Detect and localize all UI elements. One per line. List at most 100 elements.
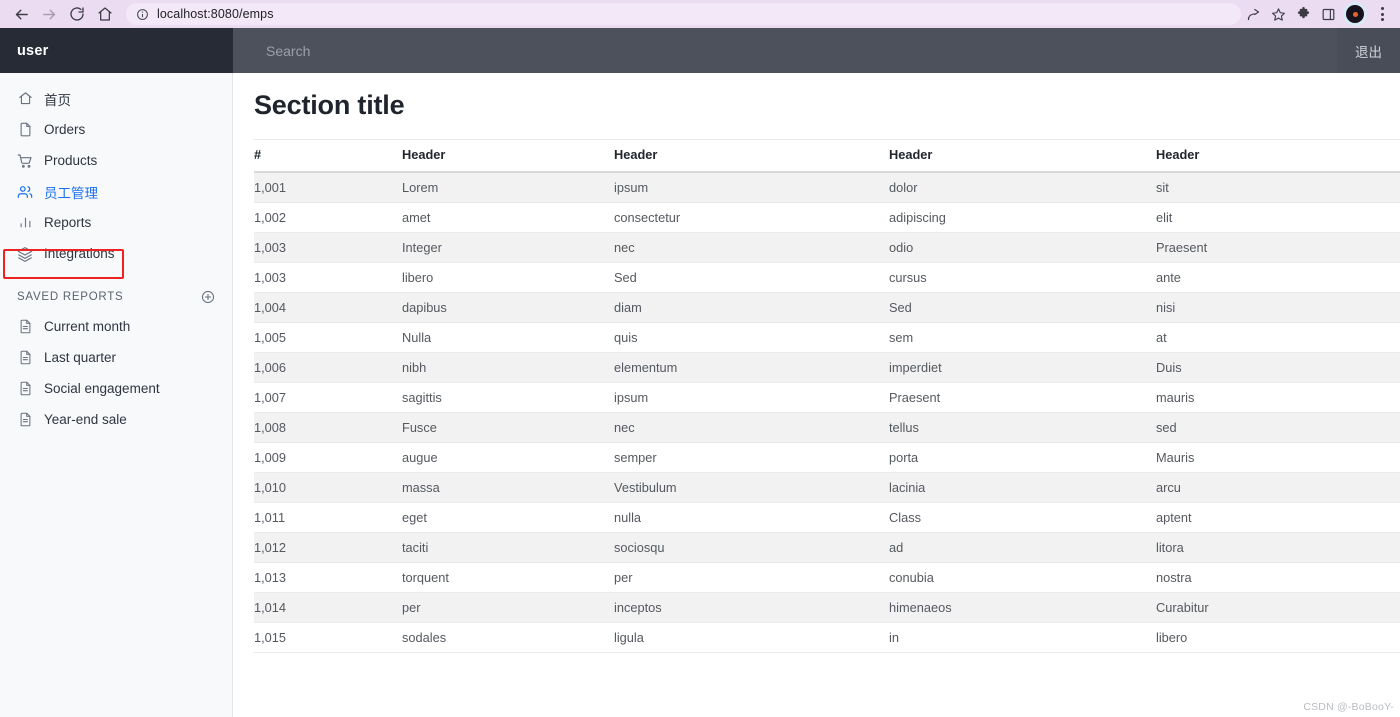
- bookmark-button[interactable]: [1266, 2, 1290, 26]
- saved-report-year-end-sale[interactable]: Year-end sale: [0, 404, 232, 435]
- table-cell: Nulla: [402, 322, 614, 353]
- profile-avatar[interactable]: [1346, 5, 1364, 23]
- home-button[interactable]: [92, 1, 118, 27]
- table-cell: porta: [889, 442, 1156, 473]
- table-cell: arcu: [1156, 472, 1400, 503]
- table-row[interactable]: 1,007 sagittis ipsum Praesent mauris: [254, 382, 1400, 413]
- table-cell-index: 1,004: [254, 292, 402, 323]
- table-cell: Mauris: [1156, 442, 1400, 473]
- kebab-menu-icon: [1380, 7, 1384, 21]
- bar-chart-icon: [17, 215, 33, 231]
- table-cell: nisi: [1156, 292, 1400, 323]
- table-header-row: # Header Header Header Header: [254, 139, 1400, 173]
- forward-button[interactable]: [36, 1, 62, 27]
- share-button[interactable]: [1241, 2, 1265, 26]
- data-table: # Header Header Header Header 1,001 Lorem…: [254, 139, 1400, 653]
- saved-report-current-month[interactable]: Current month: [0, 311, 232, 342]
- sidebar-item-reports[interactable]: Reports: [0, 207, 232, 238]
- table-row[interactable]: 1,004 dapibus diam Sed nisi: [254, 292, 1400, 323]
- table-row[interactable]: 1,015 sodales ligula in libero: [254, 622, 1400, 653]
- table-cell: lacinia: [889, 472, 1156, 503]
- back-button[interactable]: [8, 1, 34, 27]
- site-info-icon[interactable]: [136, 8, 149, 21]
- saved-report-social-engagement[interactable]: Social engagement: [0, 373, 232, 404]
- address-bar[interactable]: localhost:8080/emps: [126, 3, 1241, 25]
- table-row[interactable]: 1,014 per inceptos himenaeos Curabitur: [254, 592, 1400, 623]
- table-cell: dapibus: [402, 292, 614, 323]
- table-row[interactable]: 1,013 torquent per conubia nostra: [254, 562, 1400, 593]
- sidebar-item-integrations[interactable]: Integrations: [0, 238, 232, 269]
- add-saved-report-button[interactable]: [200, 290, 215, 305]
- layers-icon: [17, 246, 33, 262]
- main-content: Section title # Header Header Header Hea…: [234, 73, 1400, 717]
- table-cell: sodales: [402, 622, 614, 653]
- sidebar-item-home[interactable]: 首页: [0, 83, 232, 114]
- sidebar-item-label: 首页: [44, 92, 71, 108]
- sidebar-item-orders[interactable]: Orders: [0, 114, 232, 145]
- column-header-2: Header: [614, 139, 889, 173]
- table-row[interactable]: 1,001 Lorem ipsum dolor sit: [254, 172, 1400, 203]
- table-cell: inceptos: [614, 592, 889, 623]
- table-cell: Sed: [614, 262, 889, 293]
- saved-report-label: Social engagement: [44, 381, 160, 396]
- table-cell-index: 1,006: [254, 352, 402, 383]
- browser-menu-button[interactable]: [1370, 2, 1394, 26]
- side-panel-icon: [1322, 8, 1334, 20]
- table-row[interactable]: 1,003 libero Sed cursus ante: [254, 262, 1400, 293]
- table-cell: ante: [1156, 262, 1400, 293]
- table-row[interactable]: 1,006 nibh elementum imperdiet Duis: [254, 352, 1400, 383]
- table-cell: sed: [1156, 412, 1400, 443]
- table-cell: libero: [1156, 622, 1400, 653]
- table-cell: Duis: [1156, 352, 1400, 383]
- table-cell: Sed: [889, 292, 1156, 323]
- table-cell: ligula: [614, 622, 889, 653]
- table-row[interactable]: 1,012 taciti sociosqu ad litora: [254, 532, 1400, 563]
- column-header-index: #: [254, 139, 402, 173]
- table-row[interactable]: 1,002 amet consectetur adipiscing elit: [254, 202, 1400, 233]
- search-input[interactable]: [233, 28, 1337, 73]
- saved-report-label: Last quarter: [44, 350, 117, 365]
- sidebar-item-label: Products: [44, 153, 98, 168]
- browser-nav-buttons: [0, 1, 118, 27]
- table-cell: at: [1156, 322, 1400, 353]
- table-row[interactable]: 1,009 augue semper porta Mauris: [254, 442, 1400, 473]
- table-cell: ipsum: [614, 382, 889, 413]
- home-icon: [17, 91, 33, 107]
- table-row[interactable]: 1,010 massa Vestibulum lacinia arcu: [254, 472, 1400, 503]
- table-cell: Curabitur: [1156, 592, 1400, 623]
- table-row[interactable]: 1,003 Integer nec odio Praesent: [254, 232, 1400, 263]
- table-cell: libero: [402, 262, 614, 293]
- table-row[interactable]: 1,008 Fusce nec tellus sed: [254, 412, 1400, 443]
- sidebar-item-products[interactable]: Products: [0, 145, 232, 176]
- table-row[interactable]: 1,005 Nulla quis sem at: [254, 322, 1400, 353]
- avatar-dot-icon: [1352, 11, 1358, 17]
- file-text-icon: [17, 381, 33, 397]
- sidebar-item-employee-management[interactable]: 员工管理: [0, 176, 232, 207]
- table-cell: Lorem: [402, 172, 614, 203]
- saved-report-label: Year-end sale: [44, 412, 127, 427]
- watermark: CSDN @-BoBooY-: [1303, 701, 1394, 713]
- table-cell: imperdiet: [889, 352, 1156, 383]
- table-cell-index: 1,012: [254, 532, 402, 563]
- reload-button[interactable]: [64, 1, 90, 27]
- table-cell: sit: [1156, 172, 1400, 203]
- table-cell-index: 1,007: [254, 382, 402, 413]
- table-cell: nec: [614, 232, 889, 263]
- sidebar-item-label: Reports: [44, 215, 92, 230]
- saved-report-last-quarter[interactable]: Last quarter: [0, 342, 232, 373]
- table-cell-index: 1,001: [254, 172, 402, 203]
- table-cell-index: 1,008: [254, 412, 402, 443]
- table-cell: augue: [402, 442, 614, 473]
- plus-circle-icon: [201, 290, 214, 304]
- table-cell-index: 1,015: [254, 622, 402, 653]
- side-panel-button[interactable]: [1316, 2, 1340, 26]
- logout-button[interactable]: 退出: [1337, 28, 1400, 73]
- table-cell: Praesent: [1156, 232, 1400, 263]
- table-cell: conubia: [889, 562, 1156, 593]
- table-cell-index: 1,003: [254, 262, 402, 293]
- table-cell: adipiscing: [889, 202, 1156, 233]
- table-row[interactable]: 1,011 eget nulla Class aptent: [254, 502, 1400, 533]
- table-cell: sociosqu: [614, 532, 889, 563]
- extensions-button[interactable]: [1291, 2, 1315, 26]
- table-cell: amet: [402, 202, 614, 233]
